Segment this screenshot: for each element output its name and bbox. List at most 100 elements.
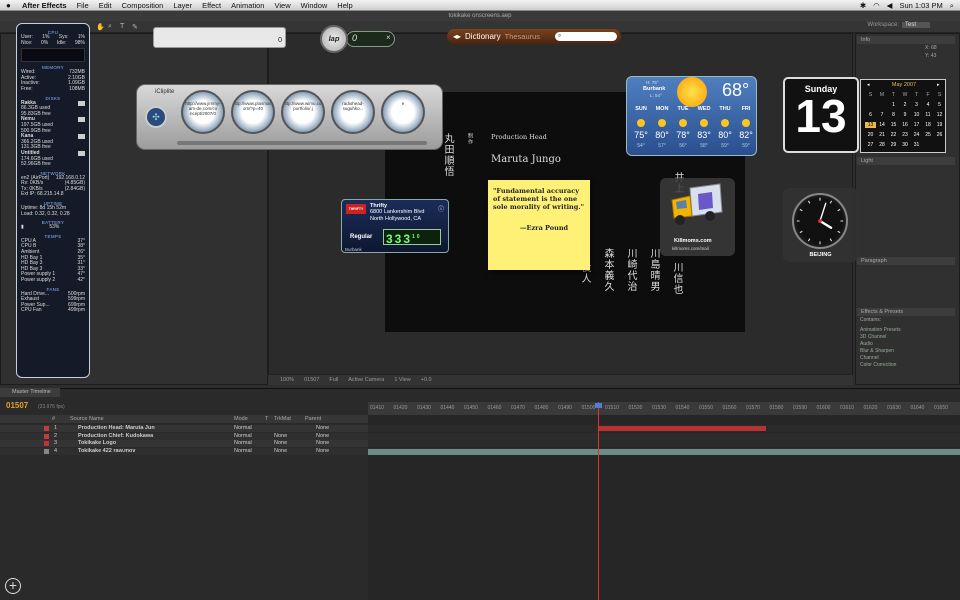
- lap-counter-widget[interactable]: 0 lap ×: [320, 25, 395, 53]
- day-cell[interactable]: 23: [900, 132, 911, 138]
- pen-tool-icon[interactable]: ✎: [132, 23, 140, 31]
- layer-trkmat[interactable]: None: [274, 433, 287, 440]
- mail-site-url[interactable]: killmoms.com/mail: [672, 246, 709, 251]
- layer-row[interactable]: 1 Production Head: Maruta Jun Normal None: [0, 425, 368, 432]
- text-tool-icon[interactable]: T: [120, 23, 128, 31]
- fuel-grade[interactable]: Regular: [350, 234, 372, 240]
- lap-close-icon[interactable]: ×: [386, 33, 391, 42]
- day-cell[interactable]: 4: [923, 102, 934, 108]
- day-cell[interactable]: 2: [900, 102, 911, 108]
- layer-name[interactable]: Production Chief: Kudokawa: [78, 433, 153, 440]
- preset-item[interactable]: 3D Channel: [860, 334, 886, 341]
- day-cell[interactable]: 22: [888, 132, 899, 138]
- day-cell[interactable]: 6: [865, 112, 876, 118]
- day-cell[interactable]: 10: [911, 112, 922, 118]
- menu-help[interactable]: Help: [337, 1, 352, 10]
- bluetooth-icon[interactable]: ✱: [860, 1, 866, 10]
- exposure-value[interactable]: +0.0: [421, 377, 432, 383]
- workspace-selector[interactable]: Workspace: Test: [867, 22, 930, 28]
- add-widget-button[interactable]: +: [5, 578, 21, 594]
- dictionary-arrow-icon[interactable]: ◂▸: [453, 32, 461, 41]
- lap-button[interactable]: lap: [320, 25, 348, 53]
- camera-select[interactable]: Active Camera: [348, 377, 384, 383]
- dictionary-search-input[interactable]: ⌕: [555, 32, 617, 41]
- sticky-note[interactable]: "Fundamental accuracy of statement is th…: [488, 180, 590, 270]
- menu-app-name[interactable]: After Effects: [22, 1, 67, 10]
- layer-label-color[interactable]: [44, 426, 49, 431]
- info-icon[interactable]: ⓘ: [438, 204, 444, 213]
- day-cell[interactable]: 5: [934, 102, 945, 108]
- hand-tool-icon[interactable]: ✋: [96, 23, 105, 31]
- day-cell[interactable]: 7: [877, 112, 888, 118]
- day-cell[interactable]: 30: [900, 142, 911, 148]
- day-cell[interactable]: 9: [900, 112, 911, 118]
- world-clock-widget[interactable]: BEIJING: [783, 188, 858, 262]
- dictionary-widget[interactable]: ◂▸ Dictionary Thesaurus ⌕: [447, 29, 621, 44]
- col-source-name[interactable]: Source Name: [70, 415, 104, 423]
- menu-edit[interactable]: Edit: [99, 1, 112, 10]
- day-cell[interactable]: 14: [877, 122, 888, 128]
- effects-presets-tab[interactable]: Effects & Presets: [857, 308, 955, 316]
- icliplite-scrollbar[interactable]: [177, 141, 427, 145]
- character-font[interactable]: Light: [857, 157, 955, 165]
- clip-slot[interactable]: http://www.plasmamo.c om/?p=40: [231, 90, 275, 134]
- layer-tracks[interactable]: [368, 415, 960, 600]
- day-cell[interactable]: 1: [888, 102, 899, 108]
- layer-trkmat[interactable]: None: [274, 440, 287, 447]
- preset-item[interactable]: Color Correction: [860, 362, 896, 369]
- volume-icon[interactable]: ◀: [887, 1, 893, 10]
- preset-item[interactable]: Blur & Sharpen: [860, 348, 894, 355]
- layer-label-color[interactable]: [44, 448, 49, 454]
- zoom-tool-icon[interactable]: ⌕: [108, 23, 116, 31]
- info-tab[interactable]: Info: [857, 36, 955, 44]
- layer-trkmat[interactable]: None: [274, 448, 287, 455]
- resolution-select[interactable]: Full: [329, 377, 338, 383]
- layer-parent[interactable]: None: [316, 440, 329, 447]
- current-time-indicator-head[interactable]: [595, 403, 602, 408]
- day-cell[interactable]: 27: [865, 142, 876, 148]
- layer-track[interactable]: [368, 440, 960, 447]
- next-month-icon[interactable]: ▸: [937, 82, 940, 88]
- layer-mode[interactable]: Normal: [234, 433, 252, 440]
- menu-layer[interactable]: Layer: [173, 1, 192, 10]
- menu-window[interactable]: Window: [301, 1, 328, 10]
- today-cell[interactable]: 13: [865, 122, 876, 128]
- preset-item[interactable]: Audio: [860, 341, 873, 348]
- day-cell[interactable]: 3: [911, 102, 922, 108]
- gas-price-widget[interactable]: THRIFTY Thrifty 6800 Lankershim Blvd Nor…: [341, 199, 449, 253]
- istat-widget[interactable]: CPU User: 1% Sys: 1% Nice: 0% Idle: 98% MEMORY…: [16, 23, 90, 378]
- day-cell[interactable]: 11: [923, 112, 934, 118]
- day-cell[interactable]: 21: [877, 132, 888, 138]
- preset-item[interactable]: Animation Presets: [860, 327, 901, 334]
- time-ruler[interactable]: 01410 01420 01430 01440 01450 01460 01470 01480…: [368, 402, 960, 415]
- day-cell[interactable]: 19: [934, 122, 945, 128]
- day-cell[interactable]: 25: [923, 132, 934, 138]
- menubar-clock[interactable]: Sun 1:03 PM: [899, 1, 942, 10]
- month-calendar[interactable]: ◂ May 2007 ▸ S M T W T F S 1 2 3 4 5 6 7 8 9 10 11 12 13 14 1…: [860, 79, 946, 153]
- thesaurus-tab[interactable]: Thesaurus: [505, 32, 540, 41]
- layer-label-color[interactable]: [44, 441, 49, 446]
- layer-mode[interactable]: Normal: [234, 425, 252, 432]
- apple-icon[interactable]: ●: [6, 1, 14, 10]
- layer-parent[interactable]: None: [316, 433, 329, 440]
- day-cell[interactable]: 18: [923, 122, 934, 128]
- layer-name[interactable]: Tokikake 422 raw.mov: [78, 448, 135, 455]
- layer-mode[interactable]: Normal: [234, 448, 252, 455]
- day-cell[interactable]: 24: [911, 132, 922, 138]
- preset-item[interactable]: Channel: [860, 355, 879, 362]
- weather-widget[interactable]: H: 75° Burbank L: 54° 68° SUN 75° 54° MON 80…: [626, 76, 757, 156]
- day-cell[interactable]: 26: [934, 132, 945, 138]
- layer-bar[interactable]: [598, 426, 766, 431]
- counter-widget[interactable]: 0: [153, 27, 286, 48]
- wifi-icon[interactable]: ◠: [873, 1, 880, 10]
- spotlight-icon[interactable]: ⌕: [950, 1, 954, 11]
- view-layout-select[interactable]: 1 View: [394, 377, 410, 383]
- day-cell[interactable]: 29: [888, 142, 899, 148]
- clip-slot[interactable]: http://www.jimmy-am-de.com/co ncept/2007…: [181, 90, 225, 134]
- workspace-value[interactable]: Test: [901, 22, 930, 28]
- layer-track[interactable]: [368, 425, 960, 432]
- menu-file[interactable]: File: [77, 1, 89, 10]
- day-cell[interactable]: 15: [888, 122, 899, 128]
- day-cell[interactable]: 28: [877, 142, 888, 148]
- timeline-current-time[interactable]: 01507: [6, 401, 28, 410]
